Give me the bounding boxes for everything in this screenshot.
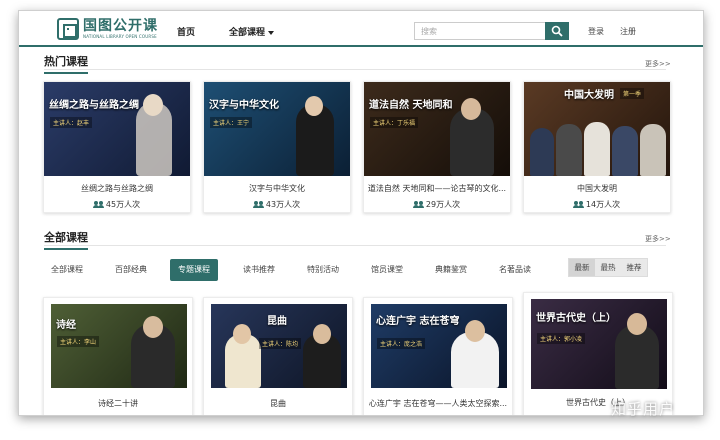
nav-all-courses[interactable]: 全部课程 xyxy=(229,25,275,38)
people-icon xyxy=(92,201,104,208)
category-tab-events[interactable]: 特别活动 xyxy=(301,259,345,281)
course-thumbnail: 昆曲 主讲人：陈均 xyxy=(211,304,347,388)
chevron-down-icon xyxy=(268,30,275,35)
course-name: 昆曲 xyxy=(270,399,286,408)
hot-course-card[interactable]: 丝绸之路与丝路之绸 主讲人：赵丰 丝绸之路与丝路之绸 45万人次 xyxy=(43,81,191,213)
people-icon xyxy=(572,201,584,208)
course-thumbnail: 诗经 主讲人：李山 xyxy=(51,304,187,388)
course-views: 43万人次 xyxy=(204,199,350,210)
category-tab-ancient-books[interactable]: 典籍鉴赏 xyxy=(429,259,473,281)
category-tab-masterpieces[interactable]: 名著品读 xyxy=(493,259,537,281)
search-icon xyxy=(551,25,563,37)
logo-mark-icon xyxy=(57,18,79,40)
course-thumbnail: 心连广宇 志在苍穹 主讲人：庞之浩 xyxy=(371,304,507,388)
course-views: 29万人次 xyxy=(364,199,510,210)
thumb-title: 诗经 xyxy=(56,320,76,331)
thumb-title: 道法自然 天地同和 xyxy=(369,100,453,111)
thumb-speaker: 第一季 xyxy=(620,88,645,99)
hot-section-divider xyxy=(44,69,666,70)
search-button[interactable] xyxy=(545,22,569,40)
thumb-title: 中国大发明 xyxy=(564,90,614,101)
thumb-speaker: 主讲人：庞之浩 xyxy=(377,338,426,349)
all-courses-title: 全部课程 xyxy=(44,229,88,250)
hot-course-card[interactable]: 汉字与中华文化 主讲人：王宁 汉字与中华文化 43万人次 xyxy=(203,81,351,213)
hot-more-link[interactable]: 更多>> xyxy=(645,59,671,69)
course-name: 汉字与中华文化 xyxy=(249,184,305,193)
thumb-speaker: 主讲人：郭小凌 xyxy=(537,333,586,344)
browser-window: 国图公开课 NATIONAL LIBRARY OPEN COURSE 首页 全部… xyxy=(18,10,704,416)
thumb-speaker: 主讲人：陈均 xyxy=(259,338,302,349)
course-name: 丝绸之路与丝路之绸 xyxy=(81,184,153,193)
logo-title: 国图公开课 xyxy=(83,18,158,34)
course-views-text: 29万人次 xyxy=(425,200,461,209)
login-link[interactable]: 登录 xyxy=(588,26,604,37)
nav-all-courses-label: 全部课程 xyxy=(229,28,266,38)
register-link[interactable]: 注册 xyxy=(620,26,636,37)
sort-recommended-button[interactable]: 推荐 xyxy=(621,259,647,276)
category-tab-reading[interactable]: 读书推荐 xyxy=(237,259,281,281)
people-icon xyxy=(412,201,424,208)
sort-hottest-button[interactable]: 最热 xyxy=(595,259,621,276)
course-card[interactable]: 昆曲 主讲人：陈均 昆曲 xyxy=(203,297,353,415)
sort-toggle-group: 最新 最热 推荐 xyxy=(568,258,648,277)
course-thumbnail: 丝绸之路与丝路之绸 主讲人：赵丰 xyxy=(44,82,190,176)
course-name: 道法自然 天地同和——论古琴的文化... xyxy=(367,184,507,193)
category-tab-classics[interactable]: 百部经典 xyxy=(109,259,153,281)
site-header: 国图公开课 NATIONAL LIBRARY OPEN COURSE 首页 全部… xyxy=(19,11,703,47)
course-name: 诗经二十讲 xyxy=(98,399,138,408)
category-tab-librarian[interactable]: 馆员课堂 xyxy=(365,259,409,281)
thumb-title: 世界古代史（上） xyxy=(536,313,616,324)
category-tab-topics[interactable]: 专题课程 xyxy=(170,259,218,281)
thumb-title: 丝绸之路与丝路之绸 xyxy=(49,100,139,111)
hot-course-card[interactable]: 中国大发明 第一季 中国大发明 14万人次 xyxy=(523,81,671,213)
thumb-speaker: 主讲人：王宁 xyxy=(210,117,253,128)
thumb-title: 心连广宇 志在苍穹 xyxy=(376,316,460,327)
hot-course-card[interactable]: 道法自然 天地同和 主讲人：丁乐福 道法自然 天地同和——论古琴的文化... 2… xyxy=(363,81,511,213)
logo-subtitle: NATIONAL LIBRARY OPEN COURSE xyxy=(83,34,157,39)
course-name: 中国大发明 xyxy=(577,184,617,193)
sort-newest-button[interactable]: 最新 xyxy=(569,259,595,276)
hot-courses-title: 热门课程 xyxy=(44,53,88,74)
site-logo[interactable]: 国图公开课 NATIONAL LIBRARY OPEN COURSE xyxy=(57,18,158,40)
thumb-title: 昆曲 xyxy=(267,316,287,327)
course-views-text: 43万人次 xyxy=(265,200,301,209)
course-thumbnail: 中国大发明 第一季 xyxy=(524,82,670,176)
course-card[interactable]: 心连广宇 志在苍穹 主讲人：庞之浩 心连广宇 志在苍穹——人类太空探索... xyxy=(363,297,513,415)
course-thumbnail: 道法自然 天地同和 主讲人：丁乐福 xyxy=(364,82,510,176)
thumb-title: 汉字与中华文化 xyxy=(209,100,279,111)
course-views: 45万人次 xyxy=(44,199,190,210)
all-section-divider xyxy=(44,245,666,246)
all-more-link[interactable]: 更多>> xyxy=(645,234,671,244)
search-input[interactable] xyxy=(414,22,546,40)
nav-home[interactable]: 首页 xyxy=(177,25,195,38)
thumb-speaker: 主讲人：赵丰 xyxy=(50,117,93,128)
course-views: 14万人次 xyxy=(524,199,670,210)
course-views-text: 14万人次 xyxy=(585,200,621,209)
people-icon xyxy=(252,201,264,208)
course-name: 心连广宇 志在苍穹——人类太空探索... xyxy=(368,399,508,408)
category-tab-all[interactable]: 全部课程 xyxy=(45,259,89,281)
thumb-speaker: 主讲人：丁乐福 xyxy=(370,117,419,128)
course-thumbnail: 汉字与中华文化 主讲人：王宁 xyxy=(204,82,350,176)
thumb-speaker: 主讲人：李山 xyxy=(57,336,100,347)
course-views-text: 45万人次 xyxy=(105,200,141,209)
watermark: 知乎用户 xyxy=(611,400,676,418)
course-card[interactable]: 诗经 主讲人：李山 诗经二十讲 xyxy=(43,297,193,415)
course-thumbnail: 世界古代史（上） 主讲人：郭小凌 xyxy=(531,299,667,389)
